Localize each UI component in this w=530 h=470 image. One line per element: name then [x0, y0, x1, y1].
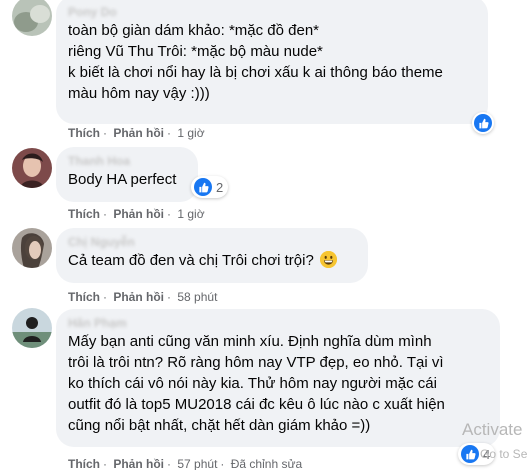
avatar[interactable]: [12, 148, 52, 188]
avatar-image: [12, 308, 52, 348]
edited-label[interactable]: Đã chỉnh sửa: [231, 457, 302, 470]
comment-bubble: Thanh Hoa Body HA perfect: [56, 147, 198, 202]
comment-actions: Thích · Phản hồi · 57 phút · Đã chỉnh sửa: [68, 457, 303, 470]
activation-watermark: Activate: [462, 420, 522, 440]
comment-text-line: ko thích cái vô nói này kia. Thử hôm nay…: [68, 375, 437, 392]
comment-text: Cả team đồ đen và chị Trôi chơi trội?: [68, 252, 314, 269]
comment-text-line: Body HA perfect: [68, 171, 177, 188]
watermark-line-1: Activate: [462, 420, 523, 439]
timestamp[interactable]: 58 phút: [177, 290, 217, 304]
comment-actions: Thích · Phản hồi · 1 giờ: [68, 126, 205, 140]
like-button[interactable]: Thích: [68, 207, 100, 221]
comment-text-line: toàn bộ giàn dám khảo: *mặc đồ đen*: [68, 22, 320, 39]
reply-button[interactable]: Phản hồi: [113, 207, 164, 221]
avatar[interactable]: [12, 228, 52, 268]
reply-button[interactable]: Phản hồi: [113, 290, 164, 304]
like-icon: [474, 114, 492, 132]
reaction-badge[interactable]: 2: [191, 176, 229, 198]
timestamp[interactable]: 57 phút: [177, 457, 217, 470]
watermark-line-2: Go to Se: [480, 447, 528, 461]
like-icon: [461, 445, 479, 463]
comment-text-line: Cả team đồ đen và chị Trôi chơi trội?: [68, 250, 356, 271]
comment-2: Thanh Hoa Body HA perfect 2 Thích · Phản …: [0, 146, 530, 226]
reaction-badge[interactable]: [472, 112, 494, 134]
comment-4: Hân Phạm Mấy bạn anti cũng văn minh xíu.…: [0, 306, 530, 470]
comment-author[interactable]: Chị Nguyễn: [68, 235, 356, 250]
avatar[interactable]: [12, 0, 52, 36]
comment-text-line: trôi là trôi ntn? Rõ ràng hôm nay VTP đẹ…: [68, 354, 444, 371]
comment-text-line: outfit đó là top5 MU2018 cái đc kêu ô lú…: [68, 396, 445, 413]
reply-button[interactable]: Phản hồi: [113, 457, 164, 470]
avatar-image: [12, 0, 52, 36]
timestamp[interactable]: 1 giờ: [177, 126, 204, 140]
comment-author[interactable]: Thanh Hoa: [68, 154, 186, 169]
avatar-image: [12, 228, 52, 268]
comment-actions: Thích · Phản hồi · 58 phút: [68, 290, 218, 304]
like-button[interactable]: Thích: [68, 457, 100, 470]
timestamp[interactable]: 1 giờ: [177, 207, 204, 221]
like-icon: [194, 178, 212, 196]
comment-actions: Thích · Phản hồi · 1 giờ: [68, 207, 205, 221]
comment-text-line: màu hôm nay vậy :))): [68, 85, 210, 102]
comment-text-line: riêng Vũ Thu Trôi: *mặc bộ màu nude*: [68, 43, 323, 60]
comment-3: Chị Nguyễn Cả team đồ đen và chị Trôi ch…: [0, 226, 530, 306]
grin-emoji-icon: [319, 251, 337, 268]
like-button[interactable]: Thích: [68, 290, 100, 304]
avatar-image: [12, 148, 52, 188]
reaction-count: 2: [216, 179, 224, 195]
comment-author[interactable]: Pony Do: [68, 5, 476, 20]
comment-text-line: Mấy bạn anti cũng văn minh xíu. Định ngh…: [68, 333, 432, 350]
comment-text-line: cũng nổi bật nhất, chặt hết dàn giám khả…: [68, 417, 371, 434]
avatar[interactable]: [12, 308, 52, 348]
reply-button[interactable]: Phản hồi: [113, 126, 164, 140]
comment-bubble: Chị Nguyễn Cả team đồ đen và chị Trôi ch…: [56, 228, 368, 283]
comment-text-line: k biết là chơi nổi hay là bị chơi xấu k …: [68, 64, 443, 81]
comment-1: Pony Do toàn bộ giàn dám khảo: *mặc đồ đ…: [0, 0, 530, 146]
comment-bubble: Pony Do toàn bộ giàn dám khảo: *mặc đồ đ…: [56, 0, 488, 124]
like-button[interactable]: Thích: [68, 126, 100, 140]
comment-bubble: Hân Phạm Mấy bạn anti cũng văn minh xíu.…: [56, 309, 500, 447]
activation-watermark-subtext: Go to Se: [480, 447, 527, 461]
comment-author[interactable]: Hân Phạm: [68, 316, 488, 331]
